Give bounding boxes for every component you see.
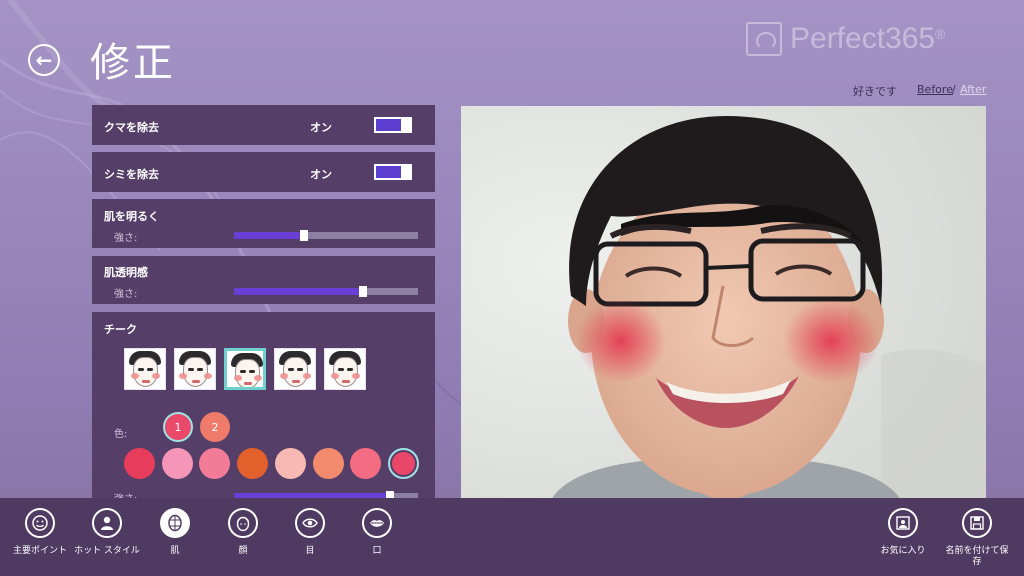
view-separator: /	[952, 83, 956, 96]
logo-icon	[746, 22, 782, 56]
slider-thumb[interactable]	[386, 491, 395, 498]
clarity-panel: 肌透明感 強さ:	[92, 256, 435, 304]
app-logo: Perfect365 ®	[746, 22, 945, 56]
brighten-label: 肌を明るく	[104, 210, 159, 223]
color-swatch[interactable]	[161, 448, 193, 479]
bottom-app-bar: 主要ポイント ホット スタイル 肌 顔 目 口 お気に入り 名前を付けて保 存	[0, 498, 1024, 576]
logo-mark: ®	[935, 26, 946, 42]
toggle-knob	[401, 119, 410, 131]
mouth-label: 口	[372, 546, 382, 556]
slider-thumb[interactable]	[358, 286, 367, 297]
dark-circles-toggle[interactable]	[374, 117, 412, 133]
brighten-slider[interactable]	[234, 230, 418, 241]
favorites-icon	[888, 508, 918, 538]
favorites-label: お気に入り	[880, 546, 926, 556]
slider-fill	[234, 232, 304, 239]
before-link[interactable]: Before	[917, 83, 953, 96]
after-link[interactable]: After	[960, 83, 986, 96]
logo-text: Perfect365	[790, 22, 936, 55]
slider-fill	[234, 288, 363, 295]
cheek-panel: チーク 色: 12 強さ:	[92, 312, 435, 498]
portrait-image	[461, 106, 986, 500]
toggle-knob	[401, 166, 410, 178]
spots-toggle[interactable]	[374, 164, 412, 180]
back-button[interactable]: ←	[28, 44, 60, 76]
cheek-style-1[interactable]	[124, 348, 166, 390]
color-label: 色:	[114, 429, 128, 440]
color-swatch[interactable]	[312, 448, 344, 479]
face-icon	[228, 508, 258, 538]
save-icon	[962, 508, 992, 538]
clarity-label: 肌透明感	[104, 266, 148, 279]
spots-panel: シミを除去 オン	[92, 152, 435, 192]
hot-style-label: ホット スタイル	[74, 546, 140, 556]
color-swatch[interactable]	[387, 448, 419, 479]
clarity-slider[interactable]	[234, 286, 418, 297]
brighten-strength-label: 強さ:	[114, 233, 138, 244]
face-label: 顔	[238, 546, 248, 556]
slider-thumb[interactable]	[299, 230, 308, 241]
key-points-label: 主要ポイント	[12, 546, 67, 556]
cheek-style-4[interactable]	[274, 348, 316, 390]
skin-icon	[160, 508, 190, 538]
eye-label: 目	[305, 546, 315, 556]
cheek-style-list	[124, 348, 366, 390]
cheek-label: チーク	[104, 323, 137, 336]
dark-circles-panel: クマを除去 オン	[92, 105, 435, 145]
color-slot-2[interactable]: 2	[200, 412, 230, 442]
mouth-button[interactable]: 口	[337, 508, 417, 557]
photo-preview[interactable]	[461, 106, 986, 500]
brighten-panel: 肌を明るく 強さ:	[92, 199, 435, 248]
color-swatch[interactable]	[274, 448, 306, 479]
cheek-strength-label: 強さ:	[114, 490, 137, 498]
color-swatch[interactable]	[350, 448, 382, 479]
spots-state: オン	[310, 168, 332, 181]
save-as-button[interactable]: 名前を付けて保存	[937, 508, 1017, 568]
arrow-left-icon: ←	[35, 48, 53, 72]
favorites-button[interactable]: お気に入り	[863, 508, 943, 557]
color-swatch[interactable]	[237, 448, 269, 479]
cheek-style-5[interactable]	[324, 348, 366, 390]
cheek-style-2[interactable]	[174, 348, 216, 390]
clarity-strength-label: 強さ:	[114, 289, 138, 300]
dark-circles-label: クマを除去	[104, 121, 159, 134]
save-as-label: 名前を付けて保存	[945, 546, 1009, 567]
color-swatch[interactable]	[124, 448, 155, 479]
skin-label: 肌	[170, 546, 180, 556]
cheek-style-3[interactable]	[224, 348, 266, 390]
person-icon	[92, 508, 122, 538]
eye-icon	[295, 508, 325, 538]
dark-circles-state: オン	[310, 121, 332, 134]
smiley-icon	[25, 508, 55, 538]
page-title: 修正	[90, 40, 176, 86]
favorite-link[interactable]: 好きです	[853, 83, 897, 99]
spots-label: シミを除去	[104, 168, 159, 181]
color-slot-1[interactable]: 1	[163, 412, 193, 442]
lips-icon	[362, 508, 392, 538]
color-swatch[interactable]	[199, 448, 231, 479]
